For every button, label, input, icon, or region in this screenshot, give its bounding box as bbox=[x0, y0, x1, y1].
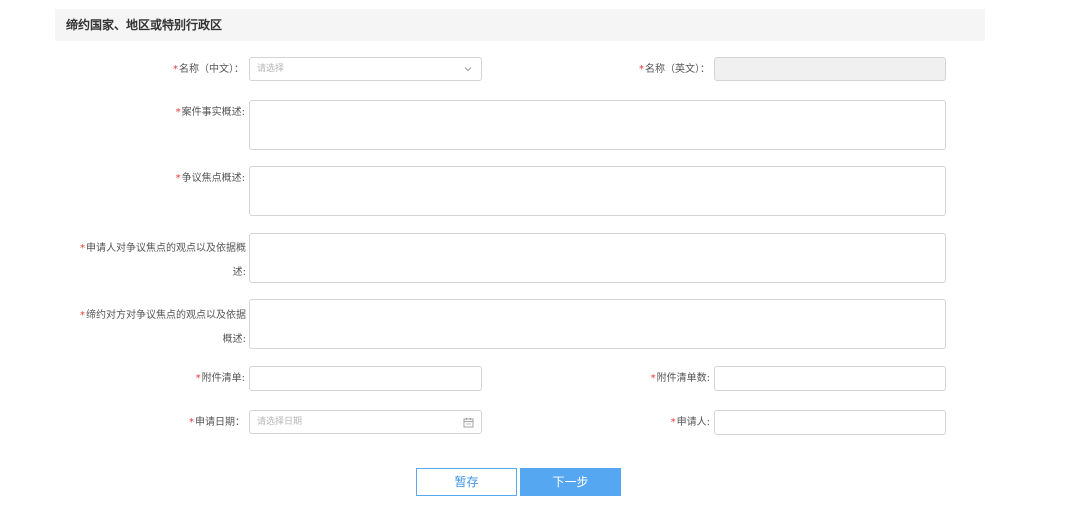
applicant-view-label-line2: 述 bbox=[232, 267, 243, 278]
dispute-focus-label-text: 争议焦点概述 bbox=[181, 173, 242, 184]
required-mark: * bbox=[189, 417, 194, 428]
form-page: 缔约国家、地区或特别行政区 *名称（中文）： 请选择 *名称（英文）： *案件事… bbox=[0, 0, 1080, 506]
attachment-count-label: *附件清单数: bbox=[650, 373, 710, 384]
attachment-count-label-text: 附件清单数 bbox=[656, 373, 707, 384]
applicant-view-textarea[interactable] bbox=[249, 233, 946, 283]
section-title: 缔约国家、地区或特别行政区 bbox=[55, 9, 985, 41]
name-cn-label: *名称（中文）： bbox=[173, 64, 244, 75]
apply-date-placeholder: 请选择日期 bbox=[257, 417, 303, 427]
counterparty-view-label-line1: 缔约对方对争议焦点的观点以及依据 bbox=[86, 310, 246, 321]
counterparty-view-label-line2: 概述 bbox=[222, 334, 243, 345]
applicant-view-label-line1: 申请人对争议焦点的观点以及依据概 bbox=[86, 243, 246, 254]
required-mark: * bbox=[173, 64, 178, 75]
name-en-input[interactable] bbox=[714, 57, 946, 81]
applicant-input[interactable] bbox=[714, 410, 946, 435]
required-mark: * bbox=[80, 310, 85, 321]
applicant-label-text: 申请人 bbox=[676, 417, 707, 428]
required-mark: * bbox=[80, 243, 85, 254]
name-cn-placeholder: 请选择 bbox=[257, 64, 285, 74]
dispute-focus-textarea[interactable] bbox=[249, 166, 946, 216]
attachment-list-input[interactable] bbox=[249, 366, 482, 391]
dispute-focus-label: *争议焦点概述: bbox=[175, 173, 245, 184]
name-en-label-text: 名称（英文） bbox=[645, 64, 700, 75]
next-step-button[interactable]: 下一步 bbox=[520, 468, 621, 496]
required-mark: * bbox=[175, 107, 181, 118]
name-cn-label-text: 名称（中文） bbox=[179, 64, 234, 75]
required-mark: * bbox=[650, 373, 656, 384]
apply-date-label-text: 申请日期 bbox=[195, 417, 235, 428]
required-mark: * bbox=[175, 173, 181, 184]
case-facts-label-text: 案件事实概述 bbox=[181, 107, 242, 118]
applicant-label: *申请人: bbox=[670, 417, 710, 428]
name-en-label: *名称（英文）： bbox=[639, 64, 710, 75]
name-cn-select[interactable]: 请选择 bbox=[249, 57, 482, 81]
attachment-list-label: *附件清单: bbox=[195, 373, 245, 384]
counterparty-view-label: *缔约对方对争议焦点的观点以及依据 概述: bbox=[80, 310, 246, 345]
counterparty-view-textarea[interactable] bbox=[249, 299, 946, 349]
save-draft-button[interactable]: 暂存 bbox=[416, 468, 517, 496]
attachment-count-input[interactable] bbox=[714, 366, 946, 391]
apply-date-picker[interactable]: 请选择日期 bbox=[249, 410, 482, 434]
case-facts-label: *案件事实概述: bbox=[175, 107, 245, 118]
case-facts-textarea[interactable] bbox=[249, 100, 946, 150]
applicant-view-label: *申请人对争议焦点的观点以及依据概 述: bbox=[80, 243, 246, 278]
calendar-icon bbox=[463, 418, 474, 428]
required-mark: * bbox=[195, 373, 201, 384]
chevron-down-icon bbox=[464, 67, 472, 72]
attachment-list-label-text: 附件清单 bbox=[201, 373, 242, 384]
required-mark: * bbox=[639, 64, 644, 75]
apply-date-label: *申请日期： bbox=[189, 417, 245, 428]
required-mark: * bbox=[670, 417, 676, 428]
